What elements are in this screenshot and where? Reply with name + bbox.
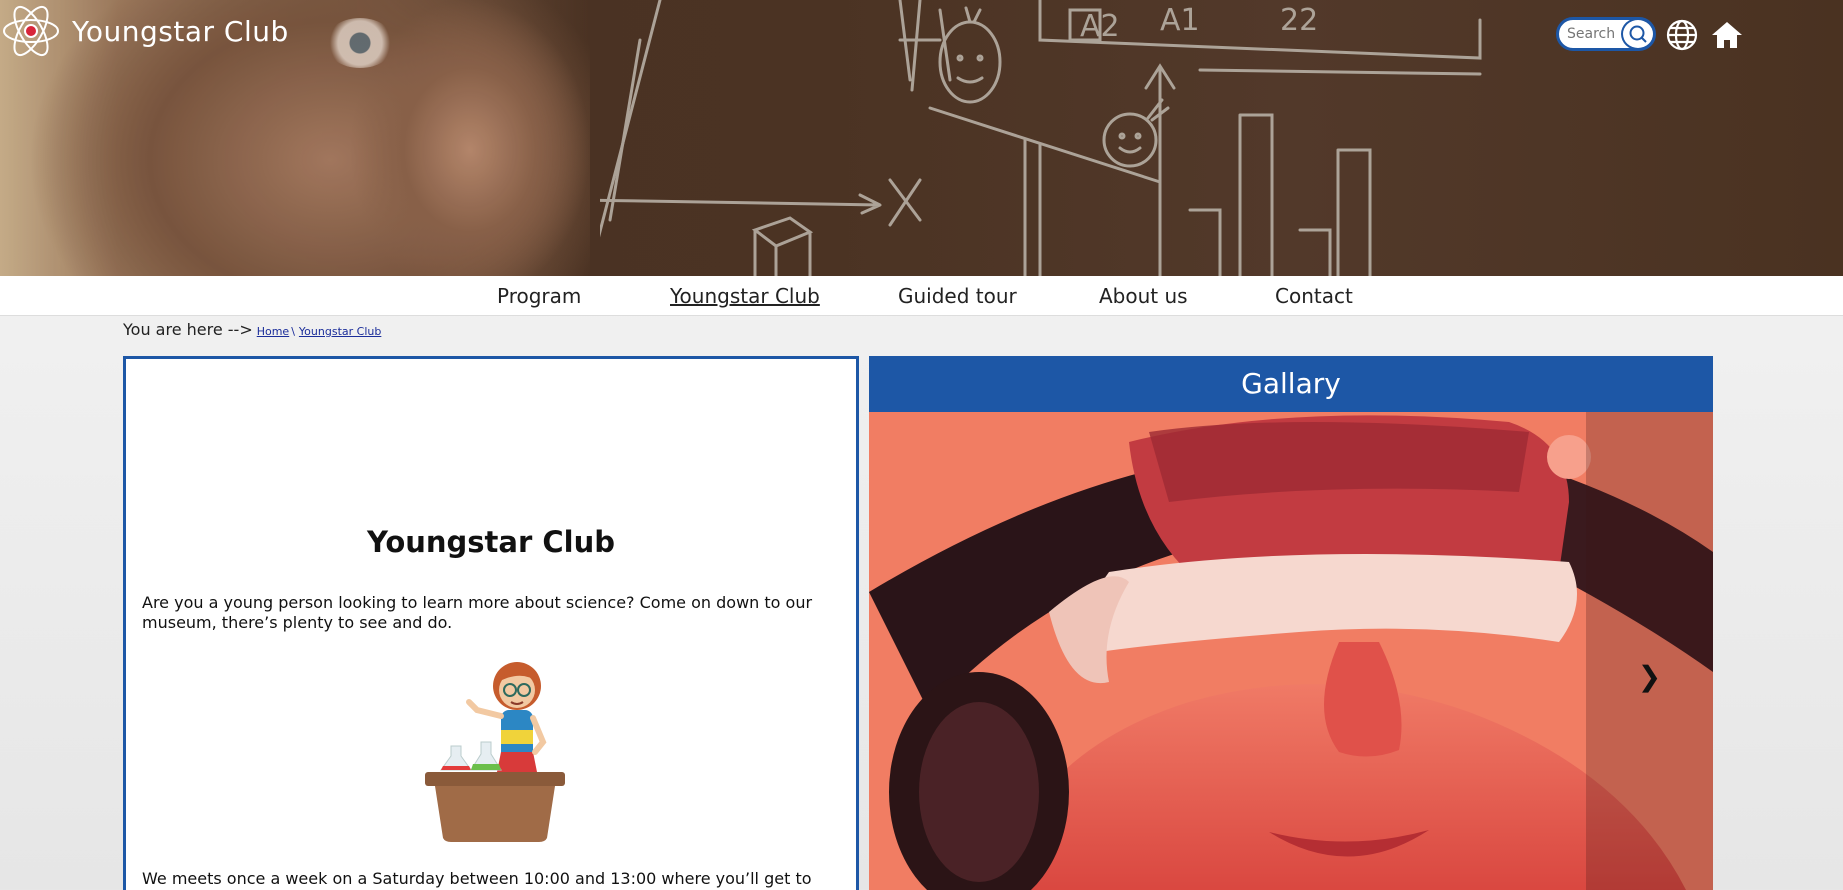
schedule-text: We meets once a week on a Saturday betwe… [142,869,812,890]
svg-text:22: 22 [1280,3,1318,38]
search-box [1556,17,1656,51]
nav-item-youngstar-club[interactable]: Youngstar Club [670,284,820,308]
content-panel: Youngstar Club Are you a young person lo… [123,356,859,890]
globe-icon[interactable] [1665,18,1699,52]
nav-item-program[interactable]: Program [497,284,581,308]
svg-text:A2: A2 [1080,9,1120,44]
svg-text:A1: A1 [1160,3,1200,38]
intro-text: Are you a young person looking to learn … [142,593,813,632]
chevron-right-icon: ❯ [1637,659,1662,693]
breadcrumb-link-youngstar-club[interactable]: Youngstar Club [299,325,381,338]
search-button[interactable] [1621,18,1655,50]
search-icon [1629,25,1647,43]
gallery-title: Gallary [869,356,1713,412]
breadcrumb-prefix: You are here --> [123,320,253,339]
home-icon[interactable] [1710,18,1744,52]
nav-item-contact[interactable]: Contact [1275,284,1353,308]
hero-banner: A2 A1 22 Youngstar Club [0,0,1843,276]
nav-item-about-us[interactable]: About us [1099,284,1188,308]
breadcrumb-separator: \ [291,325,295,338]
search-input[interactable] [1567,26,1623,42]
site-title: Youngstar Club [72,14,289,48]
site-logo[interactable]: Youngstar Club [2,2,289,60]
hero-eye [325,18,395,68]
page-title: Youngstar Club [366,525,616,559]
chalkboard-drawing: A2 A1 22 [600,0,1482,276]
nav-item-guided-tour[interactable]: Guided tour [898,284,1017,308]
breadcrumb: You are here --> Home \ Youngstar Club [123,320,381,339]
atom-logo-icon [3,5,59,57]
main-navigation: Program Youngstar Club Guided tour About… [0,276,1843,316]
gallery: Gallary ❯ [869,356,1713,890]
gallery-next-button[interactable]: ❯ [1586,412,1713,890]
breadcrumb-link-home[interactable]: Home [257,325,289,338]
kid-scientist-illustration [425,662,565,842]
